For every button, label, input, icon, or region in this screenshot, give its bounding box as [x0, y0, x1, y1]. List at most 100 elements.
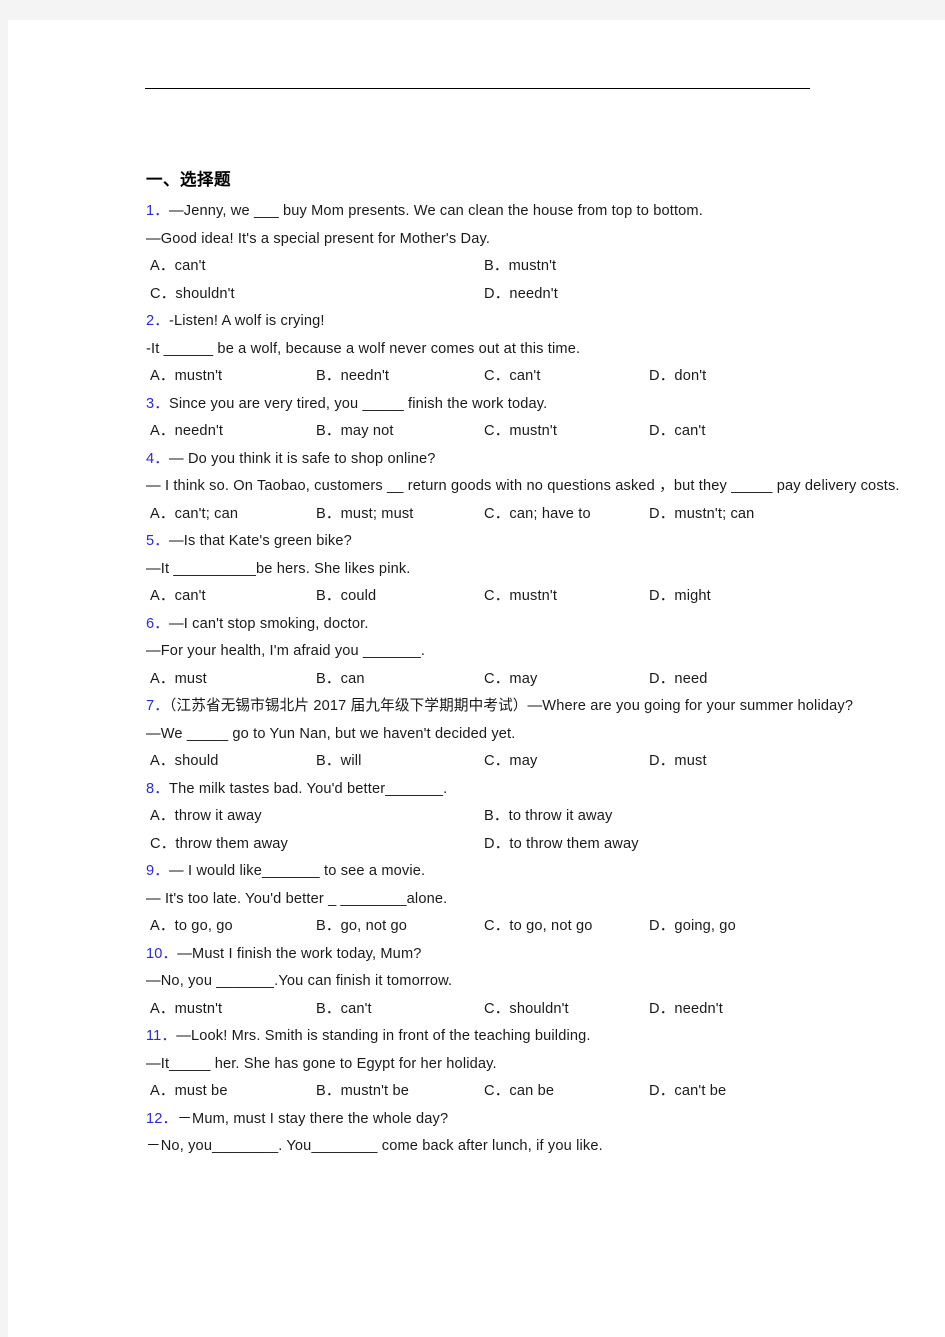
question-stem-line: 6．—I can't stop smoking, doctor.: [146, 611, 936, 639]
question-stem-line: 4．— Do you think it is safe to shop onli…: [146, 446, 936, 474]
option-c[interactable]: C．shouldn't: [484, 996, 569, 1024]
question-block: 1．—Jenny, we ___ buy Mom presents. We ca…: [146, 198, 936, 308]
question-stem-line: 9．— I would like_______ to see a movie.: [146, 858, 936, 886]
section-heading: 一、选择题: [146, 171, 231, 189]
question-stem-line: 5．—Is that Kate's green bike?: [146, 528, 936, 556]
option-d[interactable]: D．must: [649, 748, 707, 776]
question-text: —Must I finish the work today, Mum?: [177, 945, 422, 962]
option-b[interactable]: B．can't: [316, 996, 372, 1024]
option-d[interactable]: D．going, go: [649, 913, 736, 941]
option-d[interactable]: D．might: [649, 583, 711, 611]
question-text: -Listen! A wolf is crying!: [169, 313, 325, 329]
option-c[interactable]: C．shouldn't: [150, 281, 235, 309]
option-d[interactable]: D．needn't: [484, 281, 558, 309]
option-c[interactable]: C．mustn't: [484, 418, 557, 446]
question-number: 8．: [146, 780, 170, 797]
question-stem-line: 12．－Mum, must I stay there the whole day…: [146, 1106, 936, 1134]
option-c[interactable]: C．throw them away: [150, 831, 288, 859]
question-block: 2．-Listen! A wolf is crying! -It ______ …: [146, 308, 936, 391]
page-left-margin-band: [0, 20, 8, 1337]
option-row: C．throw them away D．to throw them away: [146, 831, 936, 859]
question-stem-line: 1．—Jenny, we ___ buy Mom presents. We ca…: [146, 198, 936, 226]
question-stem-line: —No, you _______.You can finish it tomor…: [146, 968, 936, 996]
question-number: 12．: [146, 1110, 178, 1127]
option-b[interactable]: B．go, not go: [316, 913, 407, 941]
question-text: （江苏省无锡市锡北片 2017 届九年级下学期期中考试）—Where are y…: [169, 698, 854, 714]
question-text: The milk tastes bad. You'd better_______…: [169, 780, 448, 797]
question-text: —It __________be hers. She likes pink.: [146, 560, 411, 577]
question-text: — I would like_______ to see a movie.: [169, 863, 426, 879]
option-c[interactable]: C．mustn't: [484, 583, 557, 611]
question-text: — Do you think it is safe to shop online…: [169, 450, 436, 467]
option-a[interactable]: A．mustn't: [150, 996, 222, 1024]
question-text: —Look! Mrs. Smith is standing in front o…: [176, 1028, 591, 1044]
option-c[interactable]: C．can't: [484, 363, 541, 391]
option-b[interactable]: B．may not: [316, 418, 394, 446]
option-c[interactable]: C．may: [484, 666, 537, 694]
question-number: 3．: [146, 395, 170, 412]
option-b[interactable]: B．can: [316, 666, 365, 694]
option-d[interactable]: D．to throw them away: [484, 831, 639, 859]
document-page: 一、选择题 1．—Jenny, we ___ buy Mom presents.…: [8, 20, 945, 1337]
option-c[interactable]: C．can be: [484, 1078, 554, 1106]
option-a[interactable]: A．can't: [150, 253, 206, 281]
option-row: A．must B．can C．may D．need: [146, 666, 936, 694]
question-text: —No, you _______.You can finish it tomor…: [146, 973, 453, 989]
question-block: 5．—Is that Kate's green bike? —It ______…: [146, 528, 936, 611]
question-number: 10．: [146, 945, 178, 962]
question-stem-line: 2．-Listen! A wolf is crying!: [146, 308, 936, 336]
option-a[interactable]: A．must be: [150, 1078, 228, 1106]
option-row: A．should B．will C．may D．must: [146, 748, 936, 776]
option-d[interactable]: D．don't: [649, 363, 706, 391]
question-block: 9．— I would like_______ to see a movie. …: [146, 858, 936, 941]
option-a[interactable]: A．can't; can: [150, 501, 238, 529]
question-stem-line: 7．（江苏省无锡市锡北片 2017 届九年级下学期期中考试）—Where are…: [146, 693, 936, 721]
option-b[interactable]: B．will: [316, 748, 362, 776]
option-b[interactable]: B．to throw it away: [484, 803, 612, 831]
option-d[interactable]: D．can't be: [649, 1078, 726, 1106]
option-row: A．needn't B．may not C．mustn't D．can't: [146, 418, 936, 446]
option-b[interactable]: B．mustn't be: [316, 1078, 409, 1106]
question-text: —For your health, I'm afraid you _______…: [146, 643, 426, 659]
option-a[interactable]: A．throw it away: [150, 803, 262, 831]
option-row: A．mustn't B．needn't C．can't D．don't: [146, 363, 936, 391]
option-b[interactable]: B．mustn't: [484, 253, 556, 281]
option-row: A．can't B．mustn't: [146, 253, 936, 281]
question-text: －No, you________. You________ come back …: [146, 1138, 603, 1154]
option-a[interactable]: A．should: [150, 748, 219, 776]
question-number: 9．: [146, 863, 170, 879]
question-text: －Mum, must I stay there the whole day?: [177, 1110, 449, 1127]
option-d[interactable]: D．can't: [649, 418, 706, 446]
option-b[interactable]: B．needn't: [316, 363, 389, 391]
option-c[interactable]: C．may: [484, 748, 537, 776]
question-block: 8．The milk tastes bad. You'd better_____…: [146, 776, 936, 859]
option-d[interactable]: D．mustn't; can: [649, 501, 754, 529]
question-text: Since you are very tired, you _____ fini…: [169, 395, 548, 412]
option-b[interactable]: B．must; must: [316, 501, 414, 529]
option-d[interactable]: D．needn't: [649, 996, 723, 1024]
question-stem-line: —It __________be hers. She likes pink.: [146, 556, 936, 584]
option-b[interactable]: B．could: [316, 583, 376, 611]
option-row: A．throw it away B．to throw it away: [146, 803, 936, 831]
question-number: 1．: [146, 203, 170, 219]
option-c[interactable]: C．to go, not go: [484, 913, 593, 941]
option-row: A．can't; can B．must; must C．can; have to…: [146, 501, 936, 529]
option-a[interactable]: A．needn't: [150, 418, 223, 446]
question-text: —Is that Kate's green bike?: [169, 533, 352, 549]
option-d[interactable]: D．need: [649, 666, 708, 694]
question-block: 11．—Look! Mrs. Smith is standing in fron…: [146, 1023, 936, 1106]
option-row: A．can't B．could C．mustn't D．might: [146, 583, 936, 611]
option-row: C．shouldn't D．needn't: [146, 281, 936, 309]
question-stem-line: —We _____ go to Yun Nan, but we haven't …: [146, 721, 936, 749]
option-a[interactable]: A．can't: [150, 583, 206, 611]
question-stem-line: 11．—Look! Mrs. Smith is standing in fron…: [146, 1023, 936, 1051]
option-a[interactable]: A．must: [150, 666, 207, 694]
option-a[interactable]: A．mustn't: [150, 363, 222, 391]
question-number: 11．: [146, 1028, 177, 1044]
question-text: — It's too late. You'd better _ ________…: [146, 890, 448, 907]
option-a[interactable]: A．to go, go: [150, 913, 233, 941]
option-c[interactable]: C．can; have to: [484, 501, 591, 529]
question-stem-line: 10．—Must I finish the work today, Mum?: [146, 941, 936, 969]
question-stem-line: 8．The milk tastes bad. You'd better_____…: [146, 776, 936, 804]
question-number: 7．: [146, 698, 170, 714]
